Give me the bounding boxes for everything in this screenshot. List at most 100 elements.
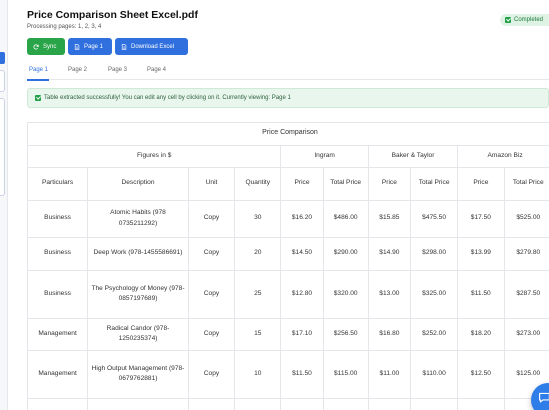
table-title-cell[interactable]: Price Comparison (28, 123, 549, 146)
document-icon (121, 43, 127, 50)
download-excel-button[interactable]: Download Excel (115, 38, 188, 55)
tab-page-4[interactable]: Page 4 (147, 67, 166, 73)
chat-icon (539, 392, 549, 403)
table-cell[interactable]: The Psychology of Money (978-0857197689) (87, 270, 189, 319)
table-cell[interactable]: $11.50 (457, 270, 505, 319)
table-cell[interactable]: 15 (234, 318, 282, 351)
group-header-baker-taylor[interactable]: Baker & Taylor (368, 145, 459, 168)
table-cell[interactable] (234, 398, 282, 410)
table-cell[interactable]: Business (28, 270, 89, 319)
table-cell[interactable]: $279.80 (504, 237, 549, 271)
table-cell[interactable]: Copy (188, 237, 236, 271)
table-cell[interactable]: $525.00 (504, 200, 549, 238)
column-header-cell[interactable]: Total Price (504, 167, 549, 201)
table-cell[interactable]: $325.00 (410, 270, 459, 319)
sync-button[interactable]: Sync (27, 38, 65, 55)
column-header-cell[interactable]: Particulars (28, 167, 89, 201)
download-excel-label: Download Excel (131, 43, 175, 50)
table-cell[interactable]: $13.99 (457, 237, 505, 271)
table-cell[interactable]: $12.50 (457, 350, 505, 399)
table-cell[interactable] (188, 398, 236, 410)
table-cell[interactable]: $17.10 (280, 318, 324, 351)
table-cell[interactable]: $16.20 (280, 200, 324, 238)
table-cell[interactable] (457, 398, 505, 410)
table-cell[interactable]: Management (28, 350, 89, 399)
table-cell[interactable]: Copy (188, 200, 236, 238)
sidebar-panel-list[interactable] (0, 98, 5, 196)
table-cell[interactable]: $256.50 (323, 318, 369, 351)
table-cell[interactable]: $12.80 (280, 270, 324, 319)
table-cell[interactable]: $11.50 (280, 350, 324, 399)
table-cell[interactable] (87, 398, 189, 410)
page-select-button[interactable]: Page 1 (68, 38, 112, 55)
table-cell[interactable] (410, 398, 459, 410)
table-cell[interactable]: 10 (234, 350, 282, 399)
table-cell[interactable]: $110.00 (410, 350, 459, 399)
table-cell[interactable]: 30 (234, 200, 282, 238)
document-icon (74, 43, 80, 50)
column-header-cell[interactable]: Description (87, 167, 189, 201)
table-cell[interactable] (368, 398, 411, 410)
table-cell[interactable]: $273.00 (504, 318, 549, 351)
table-cell[interactable]: $252.00 (410, 318, 459, 351)
extracted-table-container[interactable]: Price Comparison Figures in $ Ingram Bak… (27, 122, 549, 410)
table-cell[interactable] (280, 398, 324, 410)
table-cell[interactable]: $486.00 (323, 200, 369, 238)
table-cell[interactable]: $18.20 (457, 318, 505, 351)
column-header-cell[interactable]: Total Price (323, 167, 369, 201)
tab-page-2[interactable]: Page 2 (68, 67, 87, 73)
table-cell[interactable]: $14.90 (368, 237, 411, 271)
table-cell[interactable]: $11.00 (368, 350, 411, 399)
table-cell[interactable]: Deep Work (978-1455586691) (87, 237, 189, 271)
table-cell[interactable]: $320.00 (323, 270, 369, 319)
table-row: Business The Psychology of Money (978-08… (28, 270, 549, 319)
table-cell[interactable]: 25 (234, 270, 282, 319)
table-cell[interactable] (28, 398, 89, 410)
table-cell[interactable] (323, 398, 369, 410)
table-cell[interactable]: $298.00 (410, 237, 459, 271)
tab-page-1[interactable]: Page 1 (29, 67, 48, 73)
column-header-cell[interactable]: Unit (188, 167, 236, 201)
table-cell[interactable]: $287.50 (504, 270, 549, 319)
check-icon (35, 95, 41, 101)
column-header-cell[interactable]: Quantity (234, 167, 282, 201)
table-cell[interactable]: Radical Candor (978-1250235374) (87, 318, 189, 351)
tab-page-3[interactable]: Page 3 (108, 67, 127, 73)
table-cell[interactable]: $16.80 (368, 318, 411, 351)
table-row (28, 398, 549, 410)
group-header-figures[interactable]: Figures in $ (28, 145, 282, 168)
main-content: Price Comparison Sheet Excel.pdf Process… (27, 0, 549, 410)
table-cell[interactable]: Atomic Habits (978 0735211292) (87, 200, 189, 238)
table-cell[interactable]: Copy (188, 318, 236, 351)
price-comparison-table: Price Comparison Figures in $ Ingram Bak… (28, 123, 549, 410)
table-cell[interactable]: $13.00 (368, 270, 411, 319)
table-row: Business Atomic Habits (978 0735211292) … (28, 200, 549, 238)
table-cell[interactable]: $475.50 (410, 200, 459, 238)
column-header-cell[interactable]: Price (457, 167, 505, 201)
page-title: Price Comparison Sheet Excel.pdf (27, 9, 198, 21)
table-cell[interactable]: 20 (234, 237, 282, 271)
table-cell[interactable]: Management (28, 318, 89, 351)
table-cell[interactable]: Business (28, 237, 89, 271)
table-cell[interactable]: $115.00 (323, 350, 369, 399)
table-cell[interactable]: $14.50 (280, 237, 324, 271)
table-cell[interactable]: $17.50 (457, 200, 505, 238)
table-cell[interactable]: Copy (188, 270, 236, 319)
table-cell[interactable]: Copy (188, 350, 236, 399)
table-cell[interactable]: Business (28, 200, 89, 238)
sync-icon (33, 43, 39, 49)
status-badge-label: Completed (514, 17, 544, 23)
sidebar-panel-top[interactable] (0, 70, 5, 92)
column-header-cell[interactable]: Price (280, 167, 324, 201)
active-tab-indicator (27, 79, 49, 81)
sidebar-active-tab[interactable] (0, 52, 5, 64)
table-row: Management High Output Management (978-0… (28, 350, 549, 399)
group-header-amazon-biz[interactable]: Amazon Biz (457, 145, 549, 168)
table-cell[interactable]: $290.00 (323, 237, 369, 271)
column-header-cell[interactable]: Price (368, 167, 411, 201)
table-cell[interactable]: $15.85 (368, 200, 411, 238)
processing-pages-text: Processing pages: 1, 2, 3, 4 (27, 24, 102, 30)
table-cell[interactable]: High Output Management (978-0679762881) (87, 350, 189, 399)
column-header-cell[interactable]: Total Price (410, 167, 459, 201)
group-header-ingram[interactable]: Ingram (280, 145, 369, 168)
